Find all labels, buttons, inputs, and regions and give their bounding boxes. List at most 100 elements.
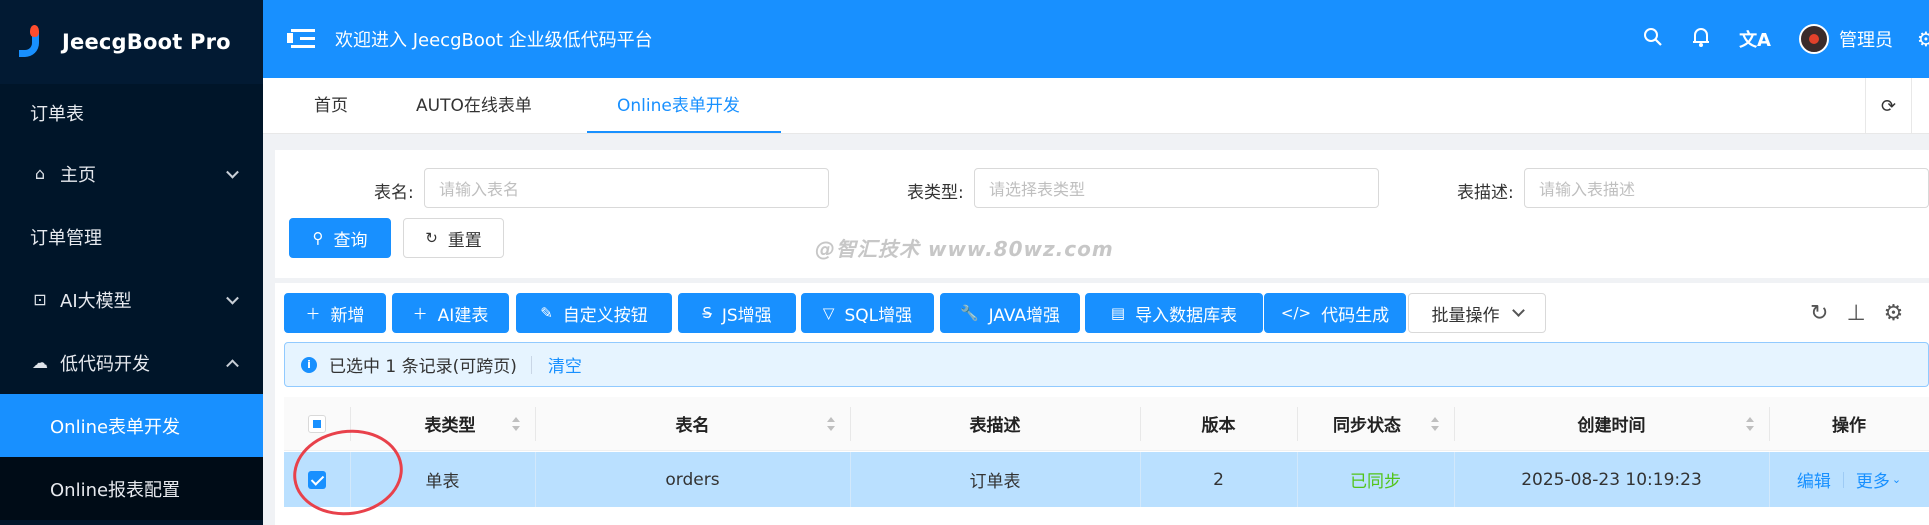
sidebar-item-home[interactable]: ⌂ 主页 (0, 142, 263, 205)
refresh-icon[interactable]: ⟳ (1865, 78, 1911, 134)
field-label-table-type: 表类型: (907, 183, 964, 203)
setting-icon[interactable]: ⚙ (1884, 301, 1904, 326)
sort-icon[interactable] (1746, 416, 1754, 431)
watermark: @智汇技术 www.80wz.com (815, 237, 1114, 261)
import-db-table-button[interactable]: ▤ 导入数据库表 (1085, 293, 1263, 333)
header-actions: 文A 管理员 ⚙ (1643, 0, 1929, 78)
chevron-down-icon: ⌄ (1891, 473, 1902, 486)
chevron-down-icon (1511, 304, 1525, 317)
sort-icon[interactable] (827, 416, 835, 431)
tab-auto-form[interactable]: AUTO在线表单 (416, 78, 532, 134)
pen-icon: ✎ (540, 304, 553, 322)
ai-model-icon: ⊡ (33, 290, 47, 309)
header-title: 欢迎进入 JeecgBoot 企业级低代码平台 (335, 30, 653, 51)
top-header: 欢迎进入 JeecgBoot 企业级低代码平台 文A 管理员 ⚙ (263, 0, 1929, 78)
cloud-icon: ☁ (32, 353, 48, 372)
sidebar-item-lowcode[interactable]: ☁ 低代码开发 (0, 331, 263, 394)
chevron-down-icon (226, 291, 239, 305)
app-name: JeecgBoot Pro (62, 30, 231, 54)
menu-fold-icon[interactable] (287, 28, 315, 50)
cell-sync-status: 已同步 (1350, 472, 1401, 492)
reload-icon: ↻ (425, 229, 438, 247)
java-enhance-button[interactable]: 🔧 JAVA增强 (940, 293, 1080, 333)
bell-icon[interactable] (1691, 26, 1711, 53)
chevron-down-icon (226, 165, 239, 179)
selection-alert: i 已选中 1 条记录(可跨页) 清空 (284, 342, 1929, 387)
reload-icon[interactable]: ↻ (1810, 301, 1828, 326)
col-header-sync-status[interactable]: 同步状态 (1297, 397, 1437, 450)
sidebar-item-label: 订单管理 (30, 227, 102, 249)
sidebar-item-ai-model[interactable]: ⊡ AI大模型 (0, 268, 263, 331)
info-icon: i (301, 356, 317, 373)
edit-link[interactable]: 编辑 (1797, 467, 1831, 492)
sidebar-item-order-manage[interactable]: 订单管理 (0, 205, 263, 268)
active-tab-indicator (587, 131, 781, 133)
table-settings-tools: ↻ ⊥ ⚙ (1810, 293, 1921, 333)
home-icon: ⌂ (34, 164, 46, 183)
column-height-icon[interactable]: ⊥ (1846, 301, 1865, 326)
code-generate-button[interactable]: </> 代码生成 (1264, 293, 1406, 333)
js-enhance-button[interactable]: S̶ JS增强 (678, 293, 796, 333)
sort-icon[interactable] (1431, 416, 1439, 431)
tab-bar: 首页 AUTO在线表单 Online表单开发 ⟳ (263, 78, 1929, 134)
sidebar-item-label: AI大模型 (60, 290, 132, 312)
plus-icon: ＋ (412, 304, 428, 323)
tab-more-icon[interactable] (1911, 78, 1929, 134)
tab-home[interactable]: 首页 (314, 78, 348, 134)
jeecg-logo-icon (16, 25, 44, 59)
sidebar-item-online-form[interactable]: Online表单开发 (0, 394, 263, 457)
col-header-created-time[interactable]: 创建时间 (1454, 397, 1769, 450)
sort-icon[interactable] (512, 416, 520, 431)
sidebar: JeecgBoot Pro 订单表 ⌂ 主页 订单管理 ⊡ AI大模型 ☁ 低代… (0, 0, 263, 525)
table-header: 表类型 表名 表描述 版本 同步状态 创建时间 操作 (284, 397, 1929, 451)
selection-count: 已选中 1 条记录(可跨页) (329, 357, 517, 377)
avatar[interactable] (1799, 24, 1829, 54)
batch-operation-dropdown[interactable]: 批量操作 (1408, 293, 1546, 333)
logo[interactable]: JeecgBoot Pro (0, 0, 263, 84)
sidebar-item-label: 订单表 (30, 104, 84, 125)
code-icon: </> (1280, 304, 1312, 322)
plus-icon: ＋ (305, 304, 321, 323)
tab-online-form[interactable]: Online表单开发 (617, 78, 740, 134)
custom-button-button[interactable]: ✎ 自定义按钮 (516, 293, 672, 333)
cell-table-name: orders (665, 469, 720, 490)
table-row[interactable]: 单表 orders 订单表 2 已同步 2025-08-23 10:19:23 … (284, 452, 1929, 507)
search-icon[interactable] (1643, 27, 1663, 52)
table-desc-input[interactable]: 请输入表描述 (1524, 168, 1929, 208)
filter-icon: ▽ (822, 304, 835, 322)
field-label-table-name: 表名: (374, 183, 414, 203)
sql-enhance-button[interactable]: ▽ SQL增强 (801, 293, 934, 333)
translate-icon[interactable]: 文A (1739, 26, 1771, 52)
file-icon: ▤ (1110, 304, 1126, 322)
cell-created-time: 2025-08-23 10:19:23 (1521, 469, 1702, 490)
query-button[interactable]: ⚲ 查询 (289, 218, 391, 258)
strikethrough-icon: S̶ (702, 304, 712, 322)
gear-icon[interactable]: ⚙ (1917, 27, 1929, 51)
wrench-icon: 🔧 (959, 304, 979, 322)
chevron-up-icon (226, 358, 239, 372)
col-header-table-name[interactable]: 表名 (535, 397, 850, 450)
sidebar-item-label: Online报表配置 (50, 479, 181, 501)
cell-table-desc: 订单表 (969, 472, 1021, 492)
cell-actions: 编辑 更多 ⌄ (1769, 452, 1929, 507)
field-label-table-desc: 表描述: (1457, 183, 1514, 203)
sidebar-item-order-table[interactable]: 订单表 (0, 84, 263, 142)
user-name[interactable]: 管理员 (1839, 26, 1893, 52)
add-button[interactable]: ＋新增 (284, 293, 386, 333)
search-icon: ⚲ (312, 229, 324, 247)
sidebar-item-label: 主页 (60, 164, 96, 186)
col-header-table-desc: 表描述 (969, 416, 1021, 436)
reset-button[interactable]: ↻ 重置 (403, 218, 504, 258)
sidebar-item-online-report[interactable]: Online报表配置 (0, 457, 263, 520)
col-header-actions: 操作 (1832, 416, 1866, 436)
more-dropdown[interactable]: 更多 (1856, 467, 1890, 492)
table-name-input[interactable]: 请输入表名 (424, 168, 829, 208)
app-root: JeecgBoot Pro 订单表 ⌂ 主页 订单管理 ⊡ AI大模型 ☁ 低代… (0, 0, 1929, 525)
sidebar-item-label: Online表单开发 (50, 416, 181, 438)
clear-selection-link[interactable]: 清空 (548, 352, 582, 377)
col-header-version: 版本 (1201, 416, 1236, 436)
table-type-select[interactable]: 请选择表类型 (974, 168, 1379, 208)
sidebar-item-label: 低代码开发 (60, 353, 150, 375)
cell-version: 2 (1213, 469, 1224, 490)
ai-create-table-button[interactable]: ＋ AI建表 (392, 293, 509, 333)
